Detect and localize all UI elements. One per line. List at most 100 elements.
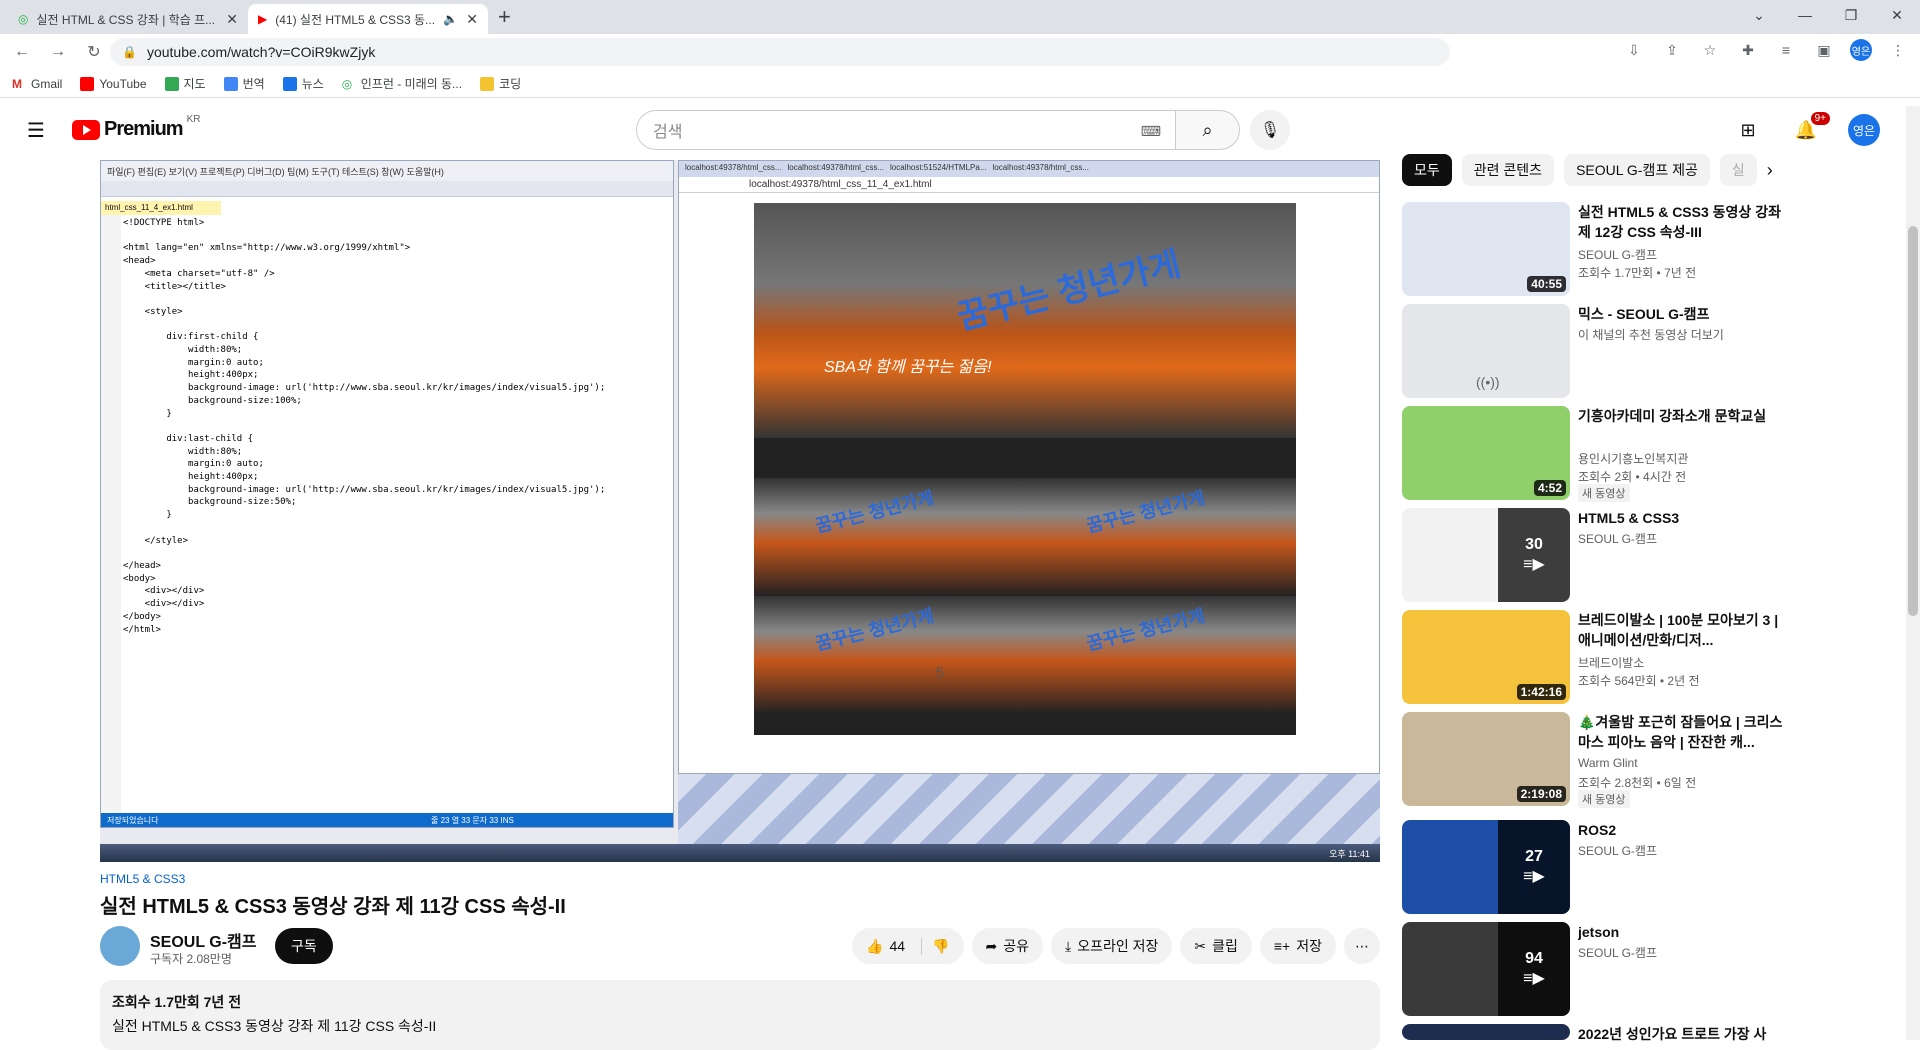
search-input[interactable]: 검색 ⌨ (636, 110, 1176, 150)
chevron-right-icon[interactable]: › (1767, 160, 1773, 181)
video-thumbnail[interactable]: 1:42:16 (1402, 610, 1570, 704)
download-button[interactable]: ⤓ 오프라인 저장 (1051, 928, 1173, 964)
install-icon[interactable]: ⇩ (1622, 38, 1646, 62)
rec-channel[interactable]: 브레드이발소 (1578, 654, 1644, 671)
youtube-logo[interactable]: Premium KR (72, 114, 201, 141)
chip-channel[interactable]: SEOUL G-캠프 제공 (1564, 154, 1710, 186)
rec-title[interactable]: 2022년 성인가요 트로트 가장 사 (1578, 1024, 1788, 1044)
recommendation-item[interactable]: 2:19:08 🎄겨울밤 포근히 잠들어요 | 크리스마스 피아노 음악 | 잔… (1402, 712, 1896, 808)
close-icon[interactable]: ✕ (226, 11, 238, 28)
playlist-thumbnail[interactable]: 30 ≡▶ (1402, 508, 1570, 602)
rec-title[interactable]: 실전 HTML5 & CSS3 동영상 강좌 제 12강 CSS 속성-III (1578, 202, 1788, 242)
rec-channel[interactable]: SEOUL G-캠프 (1578, 530, 1657, 547)
voice-search-button[interactable]: 🎙 (1250, 110, 1290, 150)
scrollbar-thumb[interactable] (1908, 226, 1918, 616)
rec-channel[interactable]: 이 채널의 추천 동영상 더보기 (1578, 326, 1724, 343)
rec-channel[interactable]: SEOUL G-캠프 (1578, 246, 1657, 263)
playlist-thumbnail[interactable]: 94 ≡▶ (1402, 922, 1570, 1016)
minimize-button[interactable]: — (1782, 0, 1828, 30)
address-bar[interactable]: 🔒 youtube.com/watch?v=COiR9kwZjyk (110, 38, 1450, 66)
more-menu-icon[interactable]: ⋮ (1886, 38, 1910, 62)
video-hashtag[interactable]: HTML5 & CSS3 (100, 872, 185, 886)
playlist-item[interactable]: 94 ≡▶ jetson SEOUL G-캠프 (1402, 922, 1896, 1016)
rec-title[interactable]: HTML5 & CSS3 (1578, 508, 1788, 528)
video-thumbnail[interactable] (1402, 1024, 1570, 1040)
rec-title[interactable]: 믹스 - SEOUL G-캠프 (1578, 304, 1788, 324)
create-video-icon[interactable]: ⊞ (1732, 114, 1764, 146)
playlist-item[interactable]: 30 ≡▶ HTML5 & CSS3 SEOUL G-캠프 (1402, 508, 1896, 602)
video-thumbnail[interactable]: 40:55 (1402, 202, 1570, 296)
rec-title[interactable]: ROS2 (1578, 820, 1788, 840)
rec-title[interactable]: 기흥아카데미 강좌소개 문학교실 (1578, 406, 1788, 426)
rec-meta: 조회수 2.8천회 • 6일 전 (1578, 776, 1697, 790)
maximize-button[interactable]: ❐ (1828, 0, 1874, 30)
vs-status-text: 저장되었습니다 (107, 816, 159, 825)
playlist-item[interactable]: 27 ≡▶ ROS2 SEOUL G-캠프 (1402, 820, 1896, 914)
side-panel-icon[interactable]: ▣ (1812, 38, 1836, 62)
notifications-icon[interactable]: 🔔 9+ (1790, 112, 1830, 146)
bookmark-inflearn[interactable]: ◎ 인프런 - 미래의 동... (342, 75, 462, 92)
playlist-count-overlay: 94 ≡▶ (1498, 922, 1570, 1016)
bookmark-label: Gmail (31, 76, 63, 91)
rec-channel[interactable]: 용인시기흥노인복지관 (1578, 450, 1688, 467)
recommendation-item[interactable]: 40:55 실전 HTML5 & CSS3 동영상 강좌 제 12강 CSS 속… (1402, 202, 1896, 296)
chip-all[interactable]: 모두 (1402, 154, 1452, 186)
share-icon[interactable]: ⇪ (1660, 38, 1684, 62)
channel-avatar[interactable] (100, 926, 140, 966)
page-scrollbar[interactable] (1906, 106, 1920, 1040)
reload-icon[interactable]: ↻ (80, 38, 108, 66)
chip-related[interactable]: 관련 콘텐츠 (1461, 154, 1555, 186)
more-actions-button[interactable]: ⋯ (1344, 928, 1380, 964)
rec-title[interactable]: 브레드이발소 | 100분 모아보기 3 | 애니메이션/만화/디저... (1578, 610, 1788, 650)
thumbs-down-icon[interactable]: 👎 (921, 937, 950, 955)
video-thumbnail[interactable]: 4:52 (1402, 406, 1570, 500)
tiled-image: 꿈꾸는 청년가게 (1025, 478, 1296, 596)
profile-avatar[interactable]: 영은 (1850, 39, 1872, 61)
subscribe-button[interactable]: 구독 (275, 928, 333, 964)
rec-channel[interactable]: Warm Glint (1578, 756, 1638, 770)
tab-search-icon[interactable]: ⌄ (1736, 0, 1782, 30)
rec-meta: 조회수 1.7만회 • 7년 전 (1578, 266, 1697, 280)
media-control-icon[interactable]: ≡ (1774, 38, 1798, 62)
bookmark-translate[interactable]: 번역 (223, 75, 265, 92)
forward-icon[interactable]: → (44, 38, 72, 66)
browser-tab-youtube[interactable]: ▶ (41) 실전 HTML5 & CSS3 동... 🔈 ✕ (248, 4, 488, 34)
bookmark-maps[interactable]: 지도 (164, 75, 206, 92)
video-player[interactable]: 파일(F) 편집(E) 보기(V) 프로젝트(P) 디버그(D) 팀(M) 도구… (100, 160, 1380, 862)
account-avatar[interactable]: 영은 (1848, 114, 1880, 146)
search-button[interactable]: ⌕ (1176, 110, 1240, 150)
save-button[interactable]: ≡+ 저장 (1259, 928, 1336, 964)
video-thumbnail[interactable]: 2:19:08 (1402, 712, 1570, 806)
menu-icon[interactable]: ☰ (24, 118, 48, 142)
like-button[interactable]: 👍 44 👎 (852, 928, 964, 964)
recommendation-item[interactable]: ((•)) 믹스 - SEOUL G-캠프 이 채널의 추천 동영상 더보기 (1402, 304, 1896, 398)
recommendation-item[interactable]: 1:42:16 브레드이발소 | 100분 모아보기 3 | 애니메이션/만화/… (1402, 610, 1896, 704)
bookmark-gmail[interactable]: M Gmail (12, 77, 62, 91)
new-tab-button[interactable]: + (498, 4, 511, 30)
channel-name[interactable]: SEOUL G-캠프 (150, 928, 257, 952)
browser-tab-inflearn[interactable]: ◎ 실전 HTML & CSS 강좌 | 학습 프... ✕ (8, 4, 248, 34)
bookmark-star-icon[interactable]: ☆ (1698, 38, 1722, 62)
rec-channel[interactable]: SEOUL G-캠프 (1578, 944, 1657, 961)
recommendation-item[interactable]: 2022년 성인가요 트로트 가장 사 (1402, 1024, 1896, 1042)
share-button[interactable]: ➦ 공유 (971, 928, 1043, 964)
recommendation-item[interactable]: 4:52 기흥아카데미 강좌소개 문학교실 용인시기흥노인복지관 조회수 2회 … (1402, 406, 1896, 502)
bookmark-news[interactable]: 뉴스 (282, 75, 324, 92)
speaker-icon[interactable]: 🔈 (443, 12, 458, 26)
chip-more[interactable]: 실 (1719, 154, 1757, 186)
mix-thumbnail[interactable]: ((•)) (1402, 304, 1570, 398)
browser-toolbar: ← → ↻ 🔒 youtube.com/watch?v=COiR9kwZjyk … (0, 34, 1920, 70)
keyboard-icon[interactable]: ⌨ (1141, 123, 1161, 140)
close-icon[interactable]: ✕ (466, 11, 478, 28)
extensions-icon[interactable]: ✚ (1736, 38, 1760, 62)
back-icon[interactable]: ← (8, 38, 36, 66)
rec-channel[interactable]: SEOUL G-캠프 (1578, 842, 1657, 859)
playlist-thumbnail[interactable]: 27 ≡▶ (1402, 820, 1570, 914)
bookmark-youtube[interactable]: YouTube (80, 76, 147, 91)
rec-title[interactable]: 🎄겨울밤 포근히 잠들어요 | 크리스마스 피아노 음악 | 잔잔한 캐... (1578, 712, 1788, 752)
bookmark-folder-coding[interactable]: 코딩 (480, 75, 521, 92)
rec-title[interactable]: jetson (1578, 922, 1788, 942)
gmail-icon: M (12, 76, 22, 91)
clip-button[interactable]: ✂ 클립 (1180, 928, 1252, 964)
close-window-button[interactable]: ✕ (1874, 0, 1920, 30)
